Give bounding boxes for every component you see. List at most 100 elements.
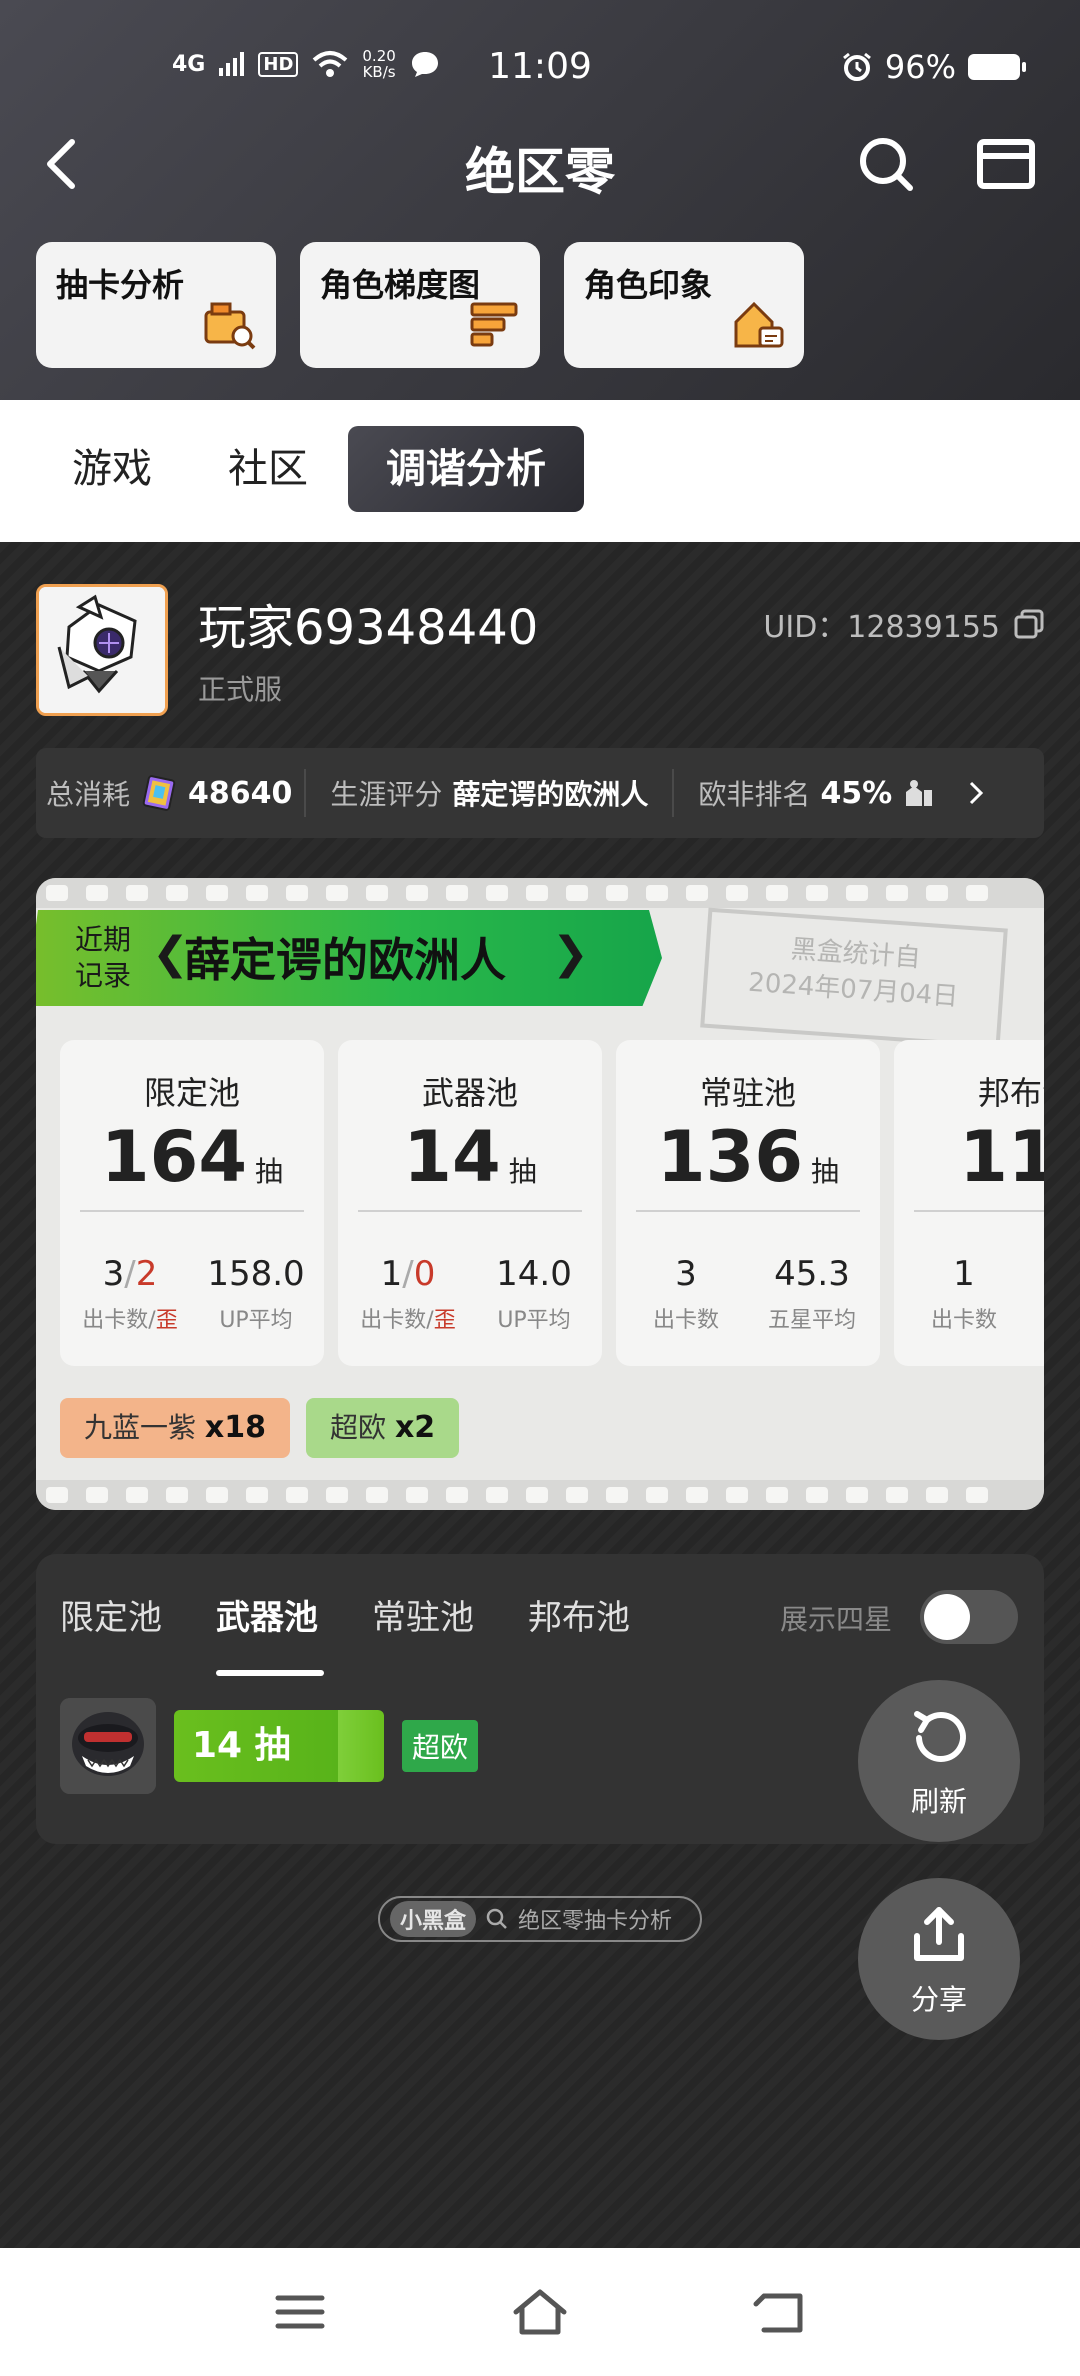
pool-tab-limited[interactable]: 限定池 xyxy=(60,1590,162,1639)
pool-count: 164 抽 xyxy=(60,1116,324,1198)
badge-nine-blue-one-purple: 九蓝一紫 x18 xyxy=(60,1398,291,1458)
tier-list-icon xyxy=(470,302,518,347)
brand-search-text: 绝区零抽卡分析 xyxy=(518,1909,673,1934)
badge-label: 超欧 xyxy=(330,1411,387,1444)
recent-record-card: 黑盒统计自 2024年07月04日 近期 记录 ❮ 薛定谔的欧洲人 ❯ 限定池 … xyxy=(36,878,1044,1510)
ribbon-tag: 近期 记录 xyxy=(68,922,138,994)
total-consumption: 总消耗 48640 xyxy=(36,773,304,813)
pull-number: 11 xyxy=(959,1116,1044,1198)
total-label: 总消耗 xyxy=(46,778,131,811)
pool-card-bangboo[interactable]: 邦布池 11抽 1 出卡数 xyxy=(894,1040,1044,1366)
avg-stat: 14.0 xyxy=(496,1254,572,1294)
rank-figure-icon xyxy=(906,780,933,806)
cards-label-main: 出卡数/ xyxy=(360,1308,434,1333)
total-value: 48640 xyxy=(188,775,293,811)
tab-game[interactable]: 游戏 xyxy=(72,426,152,512)
pull-entry: 14 抽 超欧 xyxy=(60,1698,479,1794)
avatar[interactable] xyxy=(36,584,168,716)
battery-icon xyxy=(968,54,1026,80)
luck-badges: 九蓝一紫 x18 超欧 x2 xyxy=(60,1398,460,1458)
chevron-right-icon xyxy=(970,781,984,805)
search-icon[interactable] xyxy=(856,134,916,194)
quick-card-gacha-analysis[interactable]: 抽卡分析 xyxy=(36,242,276,368)
badge-super-lucky: 超欧 x2 xyxy=(306,1398,460,1458)
pool-tab-weapon[interactable]: 武器池 xyxy=(216,1590,318,1639)
avatar-image xyxy=(39,587,165,713)
pool-name: 邦布池 xyxy=(977,1074,1044,1112)
quick-card-label: 抽卡分析 xyxy=(56,266,185,304)
refresh-button[interactable]: 刷新 xyxy=(858,1680,1020,1842)
avg-label: UP平均 xyxy=(219,1308,293,1333)
uid-text: UID：12839155 xyxy=(763,602,1000,646)
stats-bar[interactable]: 总消耗 48640 生涯评分 薛定谔的欧洲人 欧非排名 45% xyxy=(36,748,1044,838)
shark-character-image xyxy=(60,1698,156,1794)
uid-value: 12839155 xyxy=(847,610,1000,645)
pull-number: 164 xyxy=(100,1116,248,1198)
rank-label: 欧非排名 xyxy=(698,778,811,811)
super-lucky-badge: 超欧 xyxy=(402,1720,479,1772)
pull-number: 136 xyxy=(656,1116,804,1198)
character-avatar[interactable] xyxy=(60,1698,156,1794)
cards-label-off: 歪 xyxy=(155,1308,178,1333)
stat-separator: / xyxy=(402,1254,414,1294)
pool-name: 武器池 xyxy=(421,1074,518,1112)
pool-card-weapon[interactable]: 武器池 14 抽 1/0 14.0 出卡数/歪 UP平均 xyxy=(338,1040,602,1366)
tab-community[interactable]: 社区 xyxy=(228,426,308,512)
player-profile: 玩家69348440 正式服 UID：12839155 xyxy=(36,584,1044,719)
menu-icon[interactable] xyxy=(270,2284,330,2340)
system-navigation-bar xyxy=(0,2248,1080,2376)
avg-label: UP平均 xyxy=(497,1308,571,1333)
tab-tuning-analysis[interactable]: 调谐分析 xyxy=(348,426,584,512)
pool-count: 11抽 xyxy=(894,1116,1044,1198)
cards-stat: 3 xyxy=(675,1254,697,1294)
home-icon[interactable] xyxy=(510,2284,570,2340)
pool-name: 常驻池 xyxy=(699,1074,796,1112)
battery-percent: 96% xyxy=(884,48,956,86)
back-nav-icon[interactable] xyxy=(750,2284,810,2340)
share-icon xyxy=(914,1907,964,1961)
career-score: 生涯评分 薛定谔的欧洲人 xyxy=(306,773,672,813)
career-label: 生涯评分 xyxy=(330,778,443,811)
brand-watermark: 小黑盒 绝区零抽卡分析 xyxy=(378,1896,702,1942)
pull-unit: 抽 xyxy=(811,1155,840,1188)
badge-value: x2 xyxy=(394,1410,436,1445)
pool-card-standard[interactable]: 常驻池 136 抽 3 45.3 出卡数 五星平均 xyxy=(616,1040,880,1366)
laurel-right-icon: ❯ xyxy=(552,928,589,979)
gacha-analysis-icon xyxy=(204,302,256,350)
pool-name: 限定池 xyxy=(143,1074,240,1112)
cards-label-main: 出卡数/ xyxy=(82,1308,156,1333)
divider xyxy=(636,1210,860,1212)
pull-unit: 抽 xyxy=(255,1155,284,1188)
status-bar: 4G HD 0.20 KB/s 11:09 96% xyxy=(0,40,1080,96)
server-label: 正式服 xyxy=(198,673,283,706)
off-banner-count: 0 xyxy=(413,1254,436,1294)
film-strip-top xyxy=(36,878,1044,908)
quick-card-label: 角色梯度图 xyxy=(320,266,481,304)
share-button[interactable]: 分享 xyxy=(858,1878,1020,2040)
pool-tab-bangboo[interactable]: 邦布池 xyxy=(528,1590,630,1639)
show-four-star-toggle[interactable] xyxy=(920,1590,1018,1644)
avg-label: 五星平均 xyxy=(767,1308,856,1333)
cards-label: 出卡数/歪 xyxy=(352,1302,464,1334)
luck-rank: 欧非排名 45% xyxy=(674,773,1002,813)
mail-icon[interactable] xyxy=(976,138,1036,190)
film-strip-bottom xyxy=(36,1480,1044,1510)
quick-card-character-impression[interactable]: 角色印象 xyxy=(564,242,804,368)
cards-label: 出卡数 xyxy=(930,1308,997,1333)
pool-card-limited[interactable]: 限定池 164 抽 3/2 158.0 出卡数/歪 UP平均 xyxy=(60,1040,324,1366)
cards-label-off: 歪 xyxy=(433,1308,456,1333)
alarm-icon xyxy=(842,52,871,81)
record-ribbon: 近期 记录 ❮ 薛定谔的欧洲人 ❯ xyxy=(36,910,662,1006)
page-title: 绝区零 xyxy=(465,143,615,201)
pull-number: 14 xyxy=(403,1116,501,1198)
currency-icon xyxy=(142,775,176,811)
cards-count: 3 xyxy=(102,1254,125,1294)
quick-card-tier-list[interactable]: 角色梯度图 xyxy=(300,242,540,368)
copy-icon[interactable] xyxy=(1014,609,1044,639)
uid-display: UID：12839155 xyxy=(763,602,1044,646)
brand-name: 小黑盒 xyxy=(390,1901,477,1937)
cards-stat: 1/0 xyxy=(358,1254,458,1294)
content-area: 玩家69348440 正式服 UID：12839155 总消耗 48640 生涯… xyxy=(0,542,1080,2248)
pool-tab-standard[interactable]: 常驻池 xyxy=(372,1590,474,1639)
pool-summary-list: 限定池 164 抽 3/2 158.0 出卡数/歪 UP平均 武器池 14 抽 1/… xyxy=(60,1040,1044,1366)
